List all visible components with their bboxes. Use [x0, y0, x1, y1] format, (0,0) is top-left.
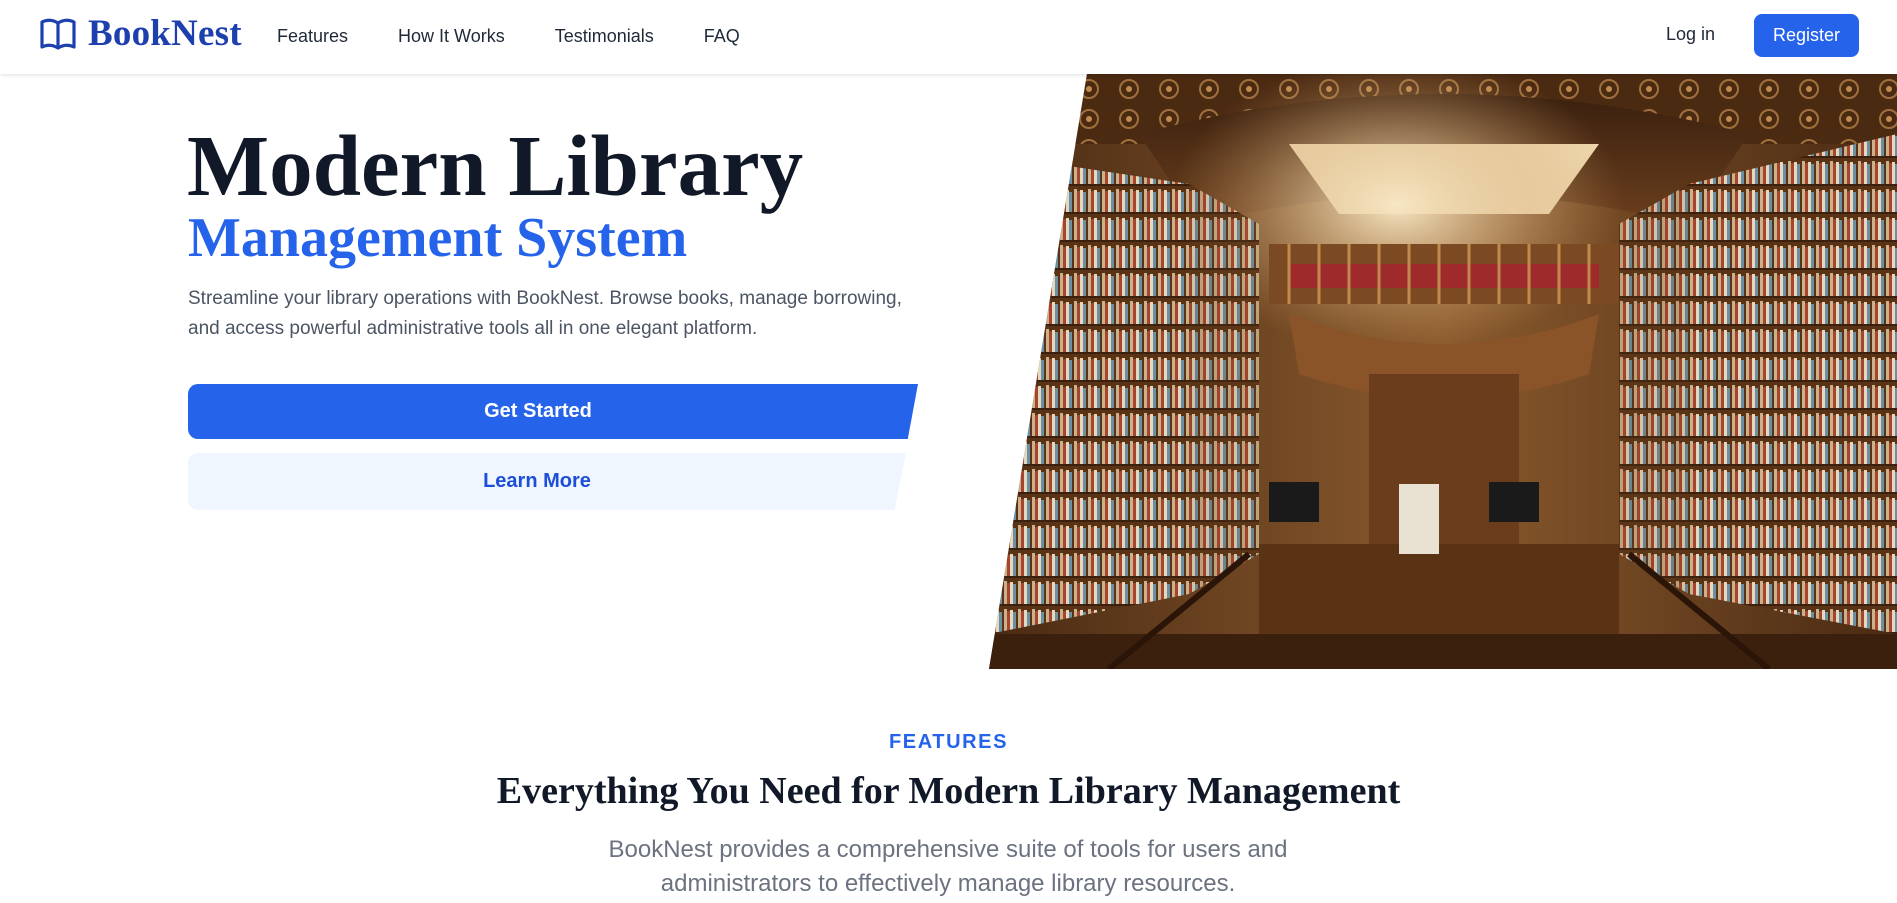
brand-logo-link[interactable]: BookNest — [38, 12, 242, 55]
register-button[interactable]: Register — [1754, 14, 1859, 57]
hero-subtitle: Management System — [188, 207, 688, 269]
nav-link-how-it-works[interactable]: How It Works — [398, 24, 505, 48]
library-interior-image — [989, 74, 1897, 669]
features-description: BookNest provides a comprehensive suite … — [608, 836, 1288, 897]
nav-link-faq[interactable]: FAQ — [704, 24, 740, 48]
get-started-button[interactable]: Get Started — [188, 384, 918, 439]
nav-link-features[interactable]: Features — [277, 24, 348, 48]
features-title: Everything You Need for Modern Library M… — [496, 770, 1401, 812]
learn-more-button[interactable]: Learn More — [188, 453, 906, 510]
open-book-icon — [40, 18, 76, 50]
top-nav-bar: BookNest Features How It Works Testimoni… — [0, 0, 1897, 74]
features-eyebrow: FEATURES — [888, 731, 1009, 753]
primary-nav: Features How It Works Testimonials FAQ — [277, 24, 790, 48]
hero-description: Streamline your library operations with … — [188, 288, 902, 339]
nav-link-testimonials[interactable]: Testimonials — [555, 24, 654, 48]
login-link[interactable]: Log in — [1666, 22, 1715, 46]
brand-name: BookNest — [88, 13, 242, 54]
hero-title: Modern Library — [187, 117, 804, 214]
